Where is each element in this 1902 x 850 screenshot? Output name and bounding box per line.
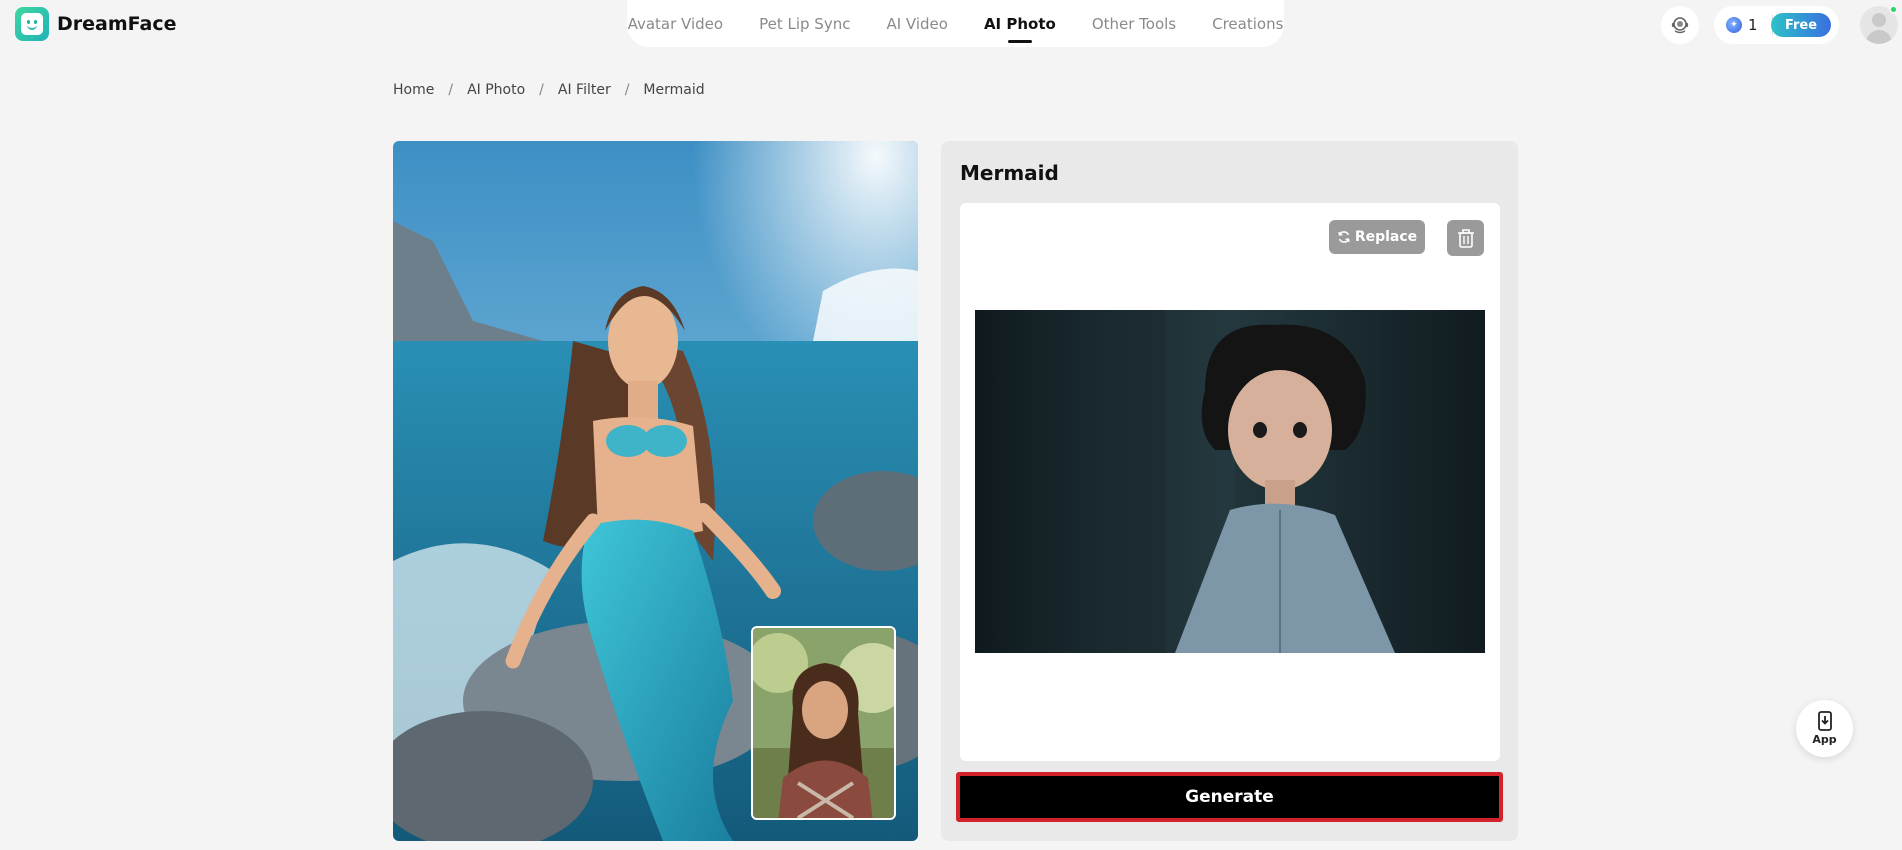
top-navigation: Avatar Video Pet Lip Sync AI Video AI Ph… [627, 0, 1284, 47]
app-download-button[interactable]: App [1796, 700, 1853, 757]
plan-badge[interactable]: Free [1771, 13, 1831, 37]
upload-card: Replace [960, 203, 1500, 761]
app-label: App [1812, 733, 1837, 746]
filter-panel: Mermaid Replace Generate [941, 141, 1518, 841]
tab-other-tools[interactable]: Other Tools [1074, 0, 1194, 47]
tab-pet-lip-sync[interactable]: Pet Lip Sync [741, 0, 868, 47]
generate-button-frame: Generate [956, 772, 1503, 822]
breadcrumb-ai-photo[interactable]: AI Photo [467, 82, 525, 98]
panel-title: Mermaid [960, 161, 1059, 185]
delete-button[interactable] [1447, 220, 1484, 256]
trash-icon [1457, 229, 1474, 248]
refresh-icon [1338, 231, 1350, 243]
avatar-icon [1872, 13, 1886, 27]
replace-label: Replace [1354, 229, 1418, 245]
breadcrumb-current: Mermaid [643, 82, 705, 98]
credit-icon: ✦ [1726, 17, 1742, 33]
credit-count: 1 [1748, 16, 1758, 34]
breadcrumb: Home / AI Photo / AI Filter / Mermaid [393, 82, 705, 98]
tab-ai-photo[interactable]: AI Photo [966, 0, 1074, 47]
breadcrumb-ai-filter[interactable]: AI Filter [558, 82, 611, 98]
online-status-dot [1889, 5, 1898, 14]
brand-name: DreamFace [57, 13, 177, 35]
credits-pill[interactable]: ✦ 1 Free [1714, 6, 1839, 44]
tab-avatar-video[interactable]: Avatar Video [610, 0, 742, 47]
dreamface-logo-icon [15, 7, 49, 41]
tab-ai-video[interactable]: AI Video [868, 0, 965, 47]
source-face-thumbnail [751, 626, 896, 820]
replace-button[interactable]: Replace [1329, 220, 1425, 254]
generate-button[interactable]: Generate [960, 776, 1499, 818]
uploaded-photo [975, 310, 1485, 653]
brand-logo[interactable]: DreamFace [15, 7, 176, 41]
app-download-icon [1817, 711, 1832, 731]
breadcrumb-home[interactable]: Home [393, 82, 434, 98]
tab-creations[interactable]: Creations [1194, 0, 1301, 47]
support-button[interactable] [1661, 6, 1699, 44]
support-icon [1671, 17, 1689, 34]
